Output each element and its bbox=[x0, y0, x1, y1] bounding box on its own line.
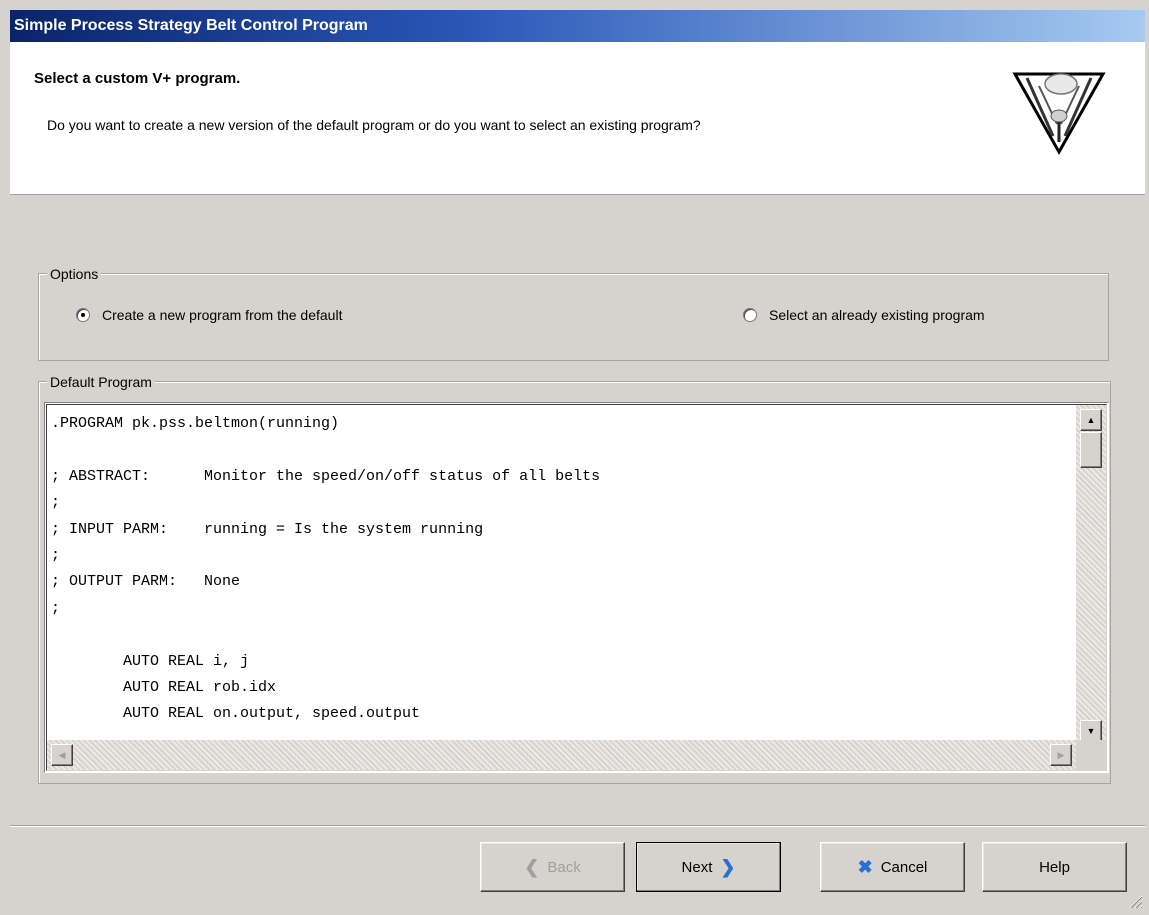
radio-button-unchecked[interactable] bbox=[743, 308, 757, 322]
next-button-label: Next bbox=[681, 858, 713, 876]
code-line: ; bbox=[51, 547, 61, 565]
cancel-x-icon: ✖ bbox=[857, 857, 873, 877]
code-line: ; OUTPUT PARM: None bbox=[51, 573, 241, 591]
default-program-legend: Default Program bbox=[47, 373, 155, 391]
next-arrow-icon: ❯ bbox=[720, 857, 736, 877]
radio-create-new-label: Create a new program from the default bbox=[102, 307, 343, 323]
horizontal-scrollbar[interactable]: ◀ ▶ bbox=[47, 740, 1076, 770]
vertical-scroll-thumb[interactable] bbox=[1080, 432, 1102, 468]
header-panel: Select a custom V+ program. Do you want … bbox=[10, 42, 1145, 195]
page-title: Select a custom V+ program. bbox=[34, 70, 241, 87]
title-bar[interactable]: Simple Process Strategy Belt Control Pro… bbox=[10, 10, 1145, 42]
button-separator bbox=[10, 825, 1145, 827]
scroll-right-button[interactable]: ▶ bbox=[1050, 744, 1072, 766]
scrollbar-corner bbox=[1076, 740, 1106, 770]
radio-create-new[interactable]: Create a new program from the default bbox=[76, 307, 342, 323]
program-code-viewer[interactable]: .PROGRAM pk.pss.beltmon(running) ; ABSTR… bbox=[44, 402, 1109, 773]
back-button-label: Back bbox=[547, 858, 581, 876]
options-group: Options Create a new program from the de… bbox=[38, 265, 1109, 361]
code-viewer-frame: .PROGRAM pk.pss.beltmon(running) ; ABSTR… bbox=[46, 404, 1107, 771]
code-line: AUTO REAL i, j bbox=[51, 652, 250, 670]
next-button[interactable]: Next ❯ bbox=[636, 842, 781, 892]
code-line: AUTO REAL on.output, speed.output bbox=[51, 705, 421, 723]
cancel-button-label: Cancel bbox=[880, 858, 928, 876]
code-line: ; INPUT PARM: running = Is the system ru… bbox=[51, 520, 484, 538]
help-button[interactable]: Help bbox=[982, 842, 1127, 892]
radio-button-checked[interactable] bbox=[76, 308, 90, 322]
radio-select-existing-label: Select an already existing program bbox=[769, 307, 985, 323]
scroll-left-button[interactable]: ◀ bbox=[51, 744, 73, 766]
code-line: ; bbox=[51, 599, 61, 617]
code-line: ; ABSTRACT: Monitor the speed/on/off sta… bbox=[51, 467, 601, 485]
code-line: AUTO REAL rob.idx bbox=[51, 679, 277, 697]
vertical-scrollbar[interactable]: ▲ ▼ bbox=[1076, 405, 1106, 744]
delta-robot-icon bbox=[1012, 72, 1106, 156]
page-description: Do you want to create a new version of t… bbox=[47, 117, 701, 133]
scroll-down-button[interactable]: ▼ bbox=[1080, 720, 1102, 742]
code-line: .PROGRAM pk.pss.beltmon(running) bbox=[51, 415, 340, 432]
program-code-text[interactable]: .PROGRAM pk.pss.beltmon(running) ; ABSTR… bbox=[51, 411, 1071, 728]
scroll-up-button[interactable]: ▲ bbox=[1080, 409, 1102, 431]
back-button[interactable]: ❮ Back bbox=[480, 842, 625, 892]
options-legend: Options bbox=[47, 265, 102, 283]
back-arrow-icon: ❮ bbox=[524, 857, 540, 877]
cancel-button[interactable]: ✖ Cancel bbox=[820, 842, 965, 892]
window-title: Simple Process Strategy Belt Control Pro… bbox=[14, 17, 368, 34]
radio-select-existing[interactable]: Select an already existing program bbox=[743, 307, 985, 323]
help-button-label: Help bbox=[1039, 858, 1070, 876]
code-line: ; bbox=[51, 494, 61, 512]
resize-grip-icon[interactable] bbox=[1127, 893, 1143, 909]
wizard-window: Simple Process Strategy Belt Control Pro… bbox=[0, 0, 1149, 915]
